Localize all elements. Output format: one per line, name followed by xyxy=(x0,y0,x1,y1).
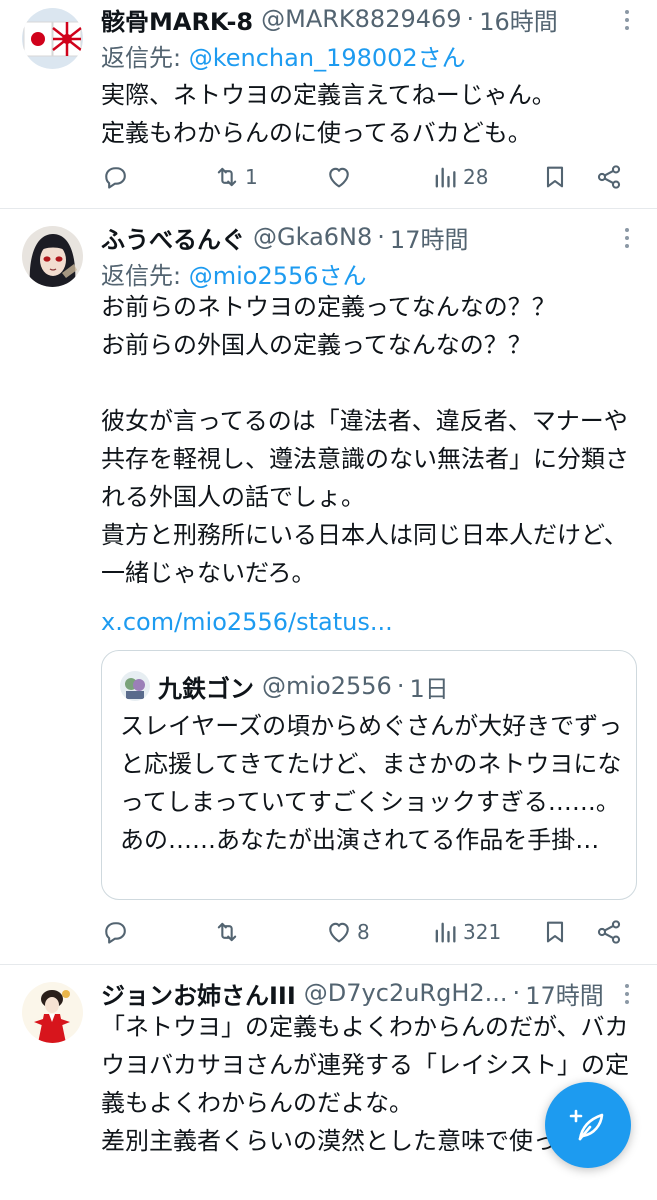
avatar[interactable] xyxy=(22,226,83,287)
tweet-header: 骸骨MARK-8 @MARK8829469 · 16時間 xyxy=(101,0,607,38)
timestamp[interactable]: 17時間 xyxy=(525,976,604,1011)
action-bar: 1 28 xyxy=(101,157,631,197)
tweet-header: ジョンお姉さんIII @D7yc2uRgH2... · 17時間 xyxy=(101,974,607,1012)
display-name[interactable]: ふうべるんぐ xyxy=(101,220,245,255)
tweet-text: お前らのネトウヨの定義ってなんなの？？ お前らの外国人の定義ってなんなの？？ 彼… xyxy=(101,293,629,587)
more-options-icon[interactable] xyxy=(615,226,639,250)
divider xyxy=(0,964,657,965)
avatar[interactable] xyxy=(22,982,83,1043)
action-bar: 8 321 xyxy=(101,912,631,952)
flag-avatar-icon xyxy=(22,8,83,69)
views-button[interactable]: 321 xyxy=(431,912,501,952)
tweet-2[interactable]: ふうべるんぐ @Gka6N8 · 17時間 返信先: @mio2556さん お前… xyxy=(0,218,657,963)
divider xyxy=(0,208,657,209)
separator-dot: · xyxy=(396,672,405,700)
retweet-icon xyxy=(217,167,237,187)
avatar[interactable] xyxy=(22,8,83,69)
reply-to-label: 返信先: xyxy=(101,44,189,72)
like-button[interactable]: 8 xyxy=(325,912,370,952)
reply-button[interactable] xyxy=(101,157,129,197)
bookmark-button[interactable] xyxy=(541,912,569,952)
reply-to-label: 返信先: xyxy=(101,262,189,290)
heart-icon xyxy=(329,167,349,188)
bookmark-button[interactable] xyxy=(541,157,569,197)
tweet-text: 実際、ネトウヨの定義言えてねーじゃん。 定義もわからんのに使ってるバカども。 xyxy=(101,81,556,147)
share-button[interactable] xyxy=(595,912,623,952)
reply-to-line: 返信先: @mio2556さん xyxy=(101,256,367,291)
share-icon xyxy=(597,920,621,944)
quoted-tweet-header: 九鉄ゴン @mio2556 · 1日 xyxy=(120,669,449,703)
bookmark-icon xyxy=(546,921,564,943)
bookmark-icon xyxy=(546,166,564,188)
anime-avatar-icon xyxy=(22,226,83,287)
reply-to-mention[interactable]: @mio2556さん xyxy=(189,262,367,290)
tweet-3[interactable]: ジョンお姉さんIII @D7yc2uRgH2... · 17時間 「ネトウヨ」の… xyxy=(0,974,657,1200)
reply-icon xyxy=(105,167,126,189)
quoted-timestamp: 1日 xyxy=(409,674,449,703)
retweet-icon xyxy=(217,922,237,942)
views-button[interactable]: 28 xyxy=(431,157,488,197)
more-options-icon[interactable] xyxy=(615,982,639,1006)
reply-icon xyxy=(105,922,126,944)
compose-feather-icon xyxy=(569,1109,604,1141)
quoted-user-handle: @mio2556 xyxy=(262,672,392,700)
share-icon xyxy=(597,165,621,189)
analytics-icon xyxy=(435,167,456,188)
reply-button[interactable] xyxy=(101,912,129,952)
like-button[interactable] xyxy=(325,157,357,197)
tweet-header: ふうべるんぐ @Gka6N8 · 17時間 xyxy=(101,218,607,256)
retweet-count: 1 xyxy=(245,165,258,189)
quoted-tweet-text: スレイヤーズの頃からめぐさんが大好きでずっと応援してきてたけど、まさかのネトウヨ… xyxy=(120,712,623,854)
share-button[interactable] xyxy=(595,157,623,197)
quoted-avatar xyxy=(120,671,150,701)
tweet-1[interactable]: 骸骨MARK-8 @MARK8829469 · 16時間 返信先: @kench… xyxy=(0,0,657,208)
reply-to-line: 返信先: @kenchan_198002さん xyxy=(101,38,466,73)
user-handle[interactable]: @MARK8829469 xyxy=(261,5,461,33)
separator-dot: · xyxy=(377,223,385,251)
timestamp[interactable]: 16時間 xyxy=(479,2,558,37)
quoted-tweet[interactable]: 九鉄ゴン @mio2556 · 1日 スレイヤーズの頃からめぐさんが大好きでずっ… xyxy=(101,650,637,900)
timestamp[interactable]: 17時間 xyxy=(390,220,469,255)
retweet-button[interactable]: 1 xyxy=(213,157,258,197)
heart-icon xyxy=(329,922,349,943)
analytics-icon xyxy=(435,922,456,943)
reply-to-mention[interactable]: @kenchan_198002さん xyxy=(189,44,466,72)
kimono-avatar-icon xyxy=(22,982,83,1043)
separator-dot: · xyxy=(512,979,521,1007)
quoted-avatar-icon xyxy=(120,671,150,701)
user-handle[interactable]: @Gka6N8 xyxy=(253,223,372,251)
display-name[interactable]: 骸骨MARK-8 xyxy=(101,2,253,37)
view-count: 28 xyxy=(463,165,489,189)
view-count: 321 xyxy=(463,920,502,944)
retweet-button[interactable] xyxy=(213,912,245,952)
compose-button[interactable] xyxy=(545,1082,631,1168)
separator-dot: · xyxy=(466,5,475,33)
more-options-icon[interactable] xyxy=(615,8,639,32)
status-link[interactable]: x.com/mio2556/status... xyxy=(101,608,393,636)
display-name[interactable]: ジョンお姉さんIII xyxy=(101,976,296,1011)
user-handle[interactable]: @D7yc2uRgH2... xyxy=(304,979,508,1007)
like-count: 8 xyxy=(357,920,370,944)
quoted-display-name: 九鉄ゴン xyxy=(158,674,254,703)
